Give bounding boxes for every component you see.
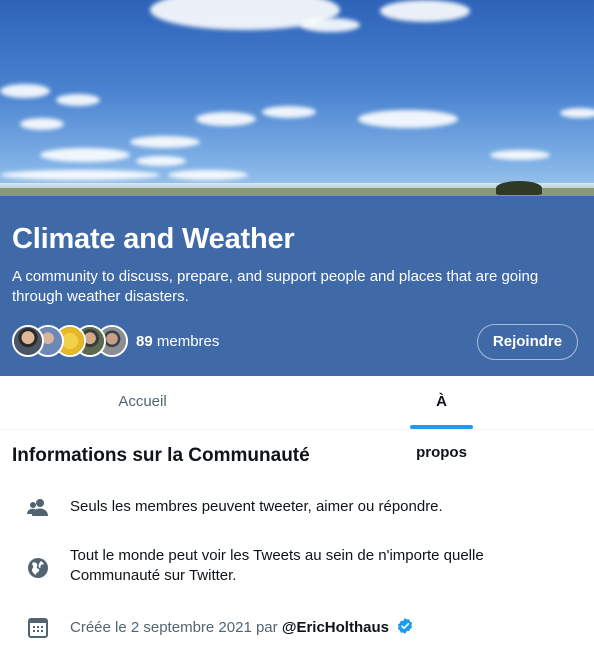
created-info: Créée le 2 septembre 2021 par @EricHolth…	[70, 617, 570, 638]
about-title: Informations sur la Communauté	[12, 445, 310, 466]
active-tab-indicator	[410, 425, 473, 429]
community-header: Climate and Weather A community to discu…	[0, 203, 594, 376]
verified-badge-icon	[398, 618, 413, 634]
community-banner	[0, 0, 594, 203]
join-button[interactable]: Rejoindre	[477, 324, 578, 360]
rule-text: Tout le monde peut voir les Tweets au se…	[70, 547, 484, 584]
member-count[interactable]: 89 membres	[136, 333, 219, 350]
rule-row: Tout le monde peut voir les Tweets au se…	[0, 546, 594, 586]
rule-row: Créée le 2 septembre 2021 par @EricHolth…	[0, 616, 594, 640]
community-description: A community to discuss, prepare, and sup…	[12, 268, 539, 305]
tab-home-label: Accueil	[118, 393, 167, 410]
community-title: Climate and Weather	[12, 223, 295, 255]
avatar[interactable]	[12, 325, 44, 357]
people-icon	[27, 499, 48, 516]
tree-silhouette	[496, 181, 542, 195]
calendar-icon	[28, 618, 48, 638]
tab-about[interactable]: À propos	[410, 376, 473, 461]
community-tabs: Accueil À propos	[0, 376, 594, 461]
creator-handle-link[interactable]: @EricHolthaus	[282, 619, 389, 636]
rule-text: Seuls les membres peuvent tweeter, aimer…	[70, 498, 443, 515]
created-date: Créée le 2 septembre 2021 par	[70, 619, 278, 636]
rule-row: Seuls les membres peuvent tweeter, aimer…	[0, 496, 594, 520]
tab-home[interactable]: Accueil	[0, 376, 285, 429]
member-count-number: 89	[136, 333, 153, 350]
member-count-label: membres	[156, 333, 220, 350]
member-avatars[interactable]	[12, 325, 128, 359]
globe-icon	[28, 558, 48, 578]
